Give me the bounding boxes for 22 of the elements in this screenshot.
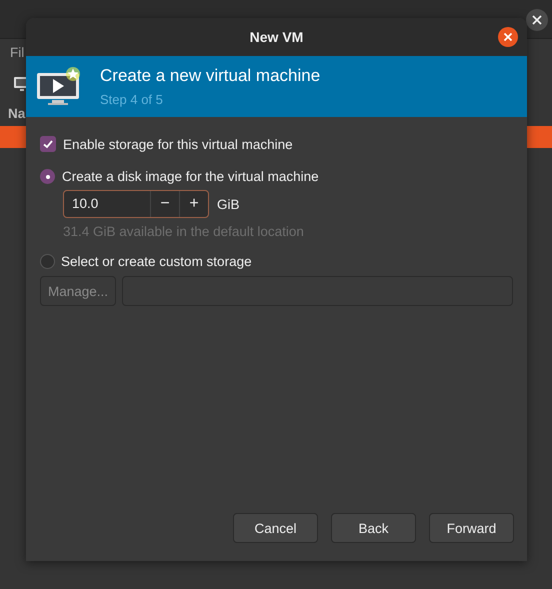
menu-item[interactable]: Fil	[10, 45, 24, 60]
banner-title: Create a new virtual machine	[100, 66, 320, 86]
close-icon[interactable]	[526, 9, 548, 31]
radio-button[interactable]	[40, 254, 55, 268]
radio-label: Select or create custom storage	[61, 254, 252, 268]
check-icon	[42, 138, 54, 150]
monitor-play-icon	[36, 66, 82, 108]
checkbox-label: Enable storage for this virtual machine	[63, 136, 293, 152]
checkbox[interactable]	[40, 136, 56, 152]
increment-button[interactable]: +	[179, 191, 208, 217]
unit-label: GiB	[217, 196, 240, 212]
dialog-button[interactable]: Cancel	[233, 513, 318, 543]
size-spinbox[interactable]: 10.0 − +	[63, 190, 209, 218]
step-label: Step 4 of 5	[100, 92, 164, 107]
close-icon[interactable]	[498, 27, 518, 47]
radio-button[interactable]	[40, 168, 55, 184]
decrement-button[interactable]: −	[150, 191, 179, 217]
column-header: Na	[8, 106, 26, 121]
dialog-title: New VM	[250, 29, 304, 45]
dialog-button[interactable]: Back	[331, 513, 416, 543]
dialog-button[interactable]: Forward	[429, 513, 514, 543]
radio-label: Create a disk image for the virtual machine	[62, 168, 319, 184]
